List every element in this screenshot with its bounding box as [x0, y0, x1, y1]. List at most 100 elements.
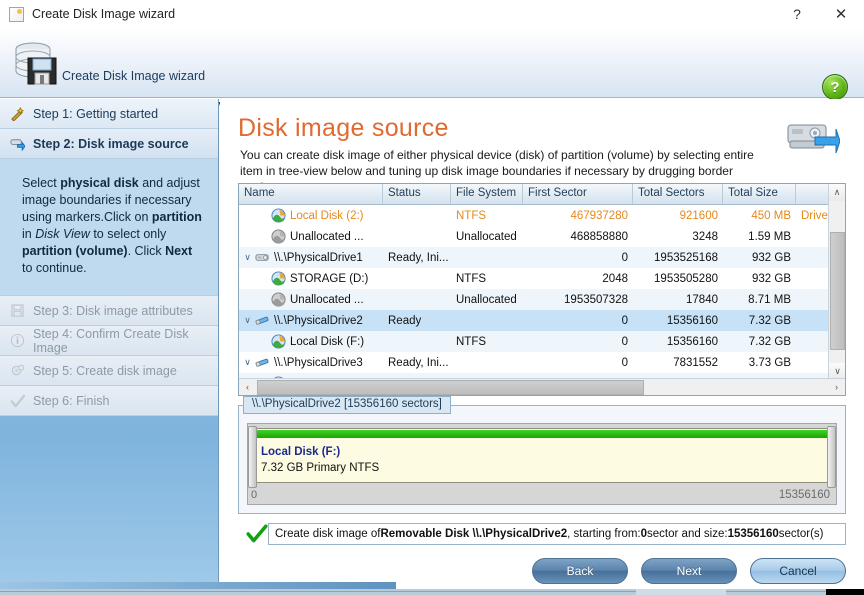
volume-icon — [271, 208, 286, 223]
usb-icon — [254, 313, 271, 328]
row-name-label: \\.\PhysicalDrive2 — [274, 315, 363, 327]
tree-column-header[interactable]: Total Size — [723, 184, 796, 204]
next-button[interactable]: Next — [641, 558, 737, 584]
end-sector-label: 15356160 — [779, 489, 830, 501]
row-total-size-cell: 3.73 GB — [723, 357, 796, 369]
row-name-cell: Unallocated ... — [239, 229, 383, 244]
row-first-sector-cell: 0 — [523, 357, 633, 369]
start-boundary-marker[interactable] — [248, 426, 257, 488]
banner: Create Disk Image wizard Run Create Disk… — [0, 28, 864, 98]
expand-collapse-icon[interactable]: ∨ — [241, 252, 254, 263]
tree-column-header[interactable]: Status — [383, 184, 451, 204]
disk-view-tab[interactable]: \\.\PhysicalDrive2 [15356160 sectors] — [243, 396, 451, 414]
table-row[interactable]: Unallocated ... Unallocated46885888032481… — [239, 226, 845, 247]
tree-column-header[interactable]: Total Sectors — [633, 184, 723, 204]
partition-label: Local Disk (F:) — [261, 446, 340, 458]
unallocated-icon — [270, 229, 287, 244]
scroll-left-icon[interactable]: ‹ — [239, 382, 256, 392]
row-name-label: STORAGE (D:) — [290, 273, 368, 285]
page-title: Disk image source — [238, 114, 449, 143]
unallocated-icon — [271, 292, 286, 307]
tree-horizontal-scrollbar[interactable]: ‹ › — [239, 378, 845, 395]
table-row[interactable]: ∨\\.\PhysicalDrive1Ready, Ini...01953525… — [239, 247, 845, 268]
help-button[interactable]: ? — [776, 0, 818, 28]
summary-fragment: Removable Disk \\.\PhysicalDrive2 — [380, 528, 567, 540]
sidebar-step-2[interactable]: Step 2: Disk image source — [0, 129, 218, 159]
sidebar-step-4: Step 4: Confirm Create Disk Image — [0, 326, 218, 356]
row-filesystem-cell: Unallocated — [451, 231, 523, 243]
row-name-label: Unallocated ... — [290, 294, 364, 306]
scroll-right-icon[interactable]: › — [828, 382, 845, 392]
gears-icon — [8, 363, 26, 379]
row-total-size-cell: 7.32 GB — [723, 315, 796, 327]
partition-usage-bar — [256, 430, 828, 438]
summary-fragment: 15356160 — [728, 528, 779, 540]
row-total-size-cell: 7.32 GB — [723, 336, 796, 348]
sidebar-step-label: Step 6: Finish — [33, 394, 109, 408]
table-row[interactable]: ∨\\.\PhysicalDrive2Ready0153561607.32 GB — [239, 310, 845, 331]
row-total-size-cell: 1.59 MB — [723, 231, 796, 243]
tree-vertical-scrollbar[interactable]: ∧ ∨ — [828, 184, 845, 380]
table-row[interactable]: Unallocated ...Unallocated19535073281784… — [239, 289, 845, 310]
row-name-label: Local Disk (F:) — [290, 336, 364, 348]
volume-icon — [270, 334, 287, 349]
row-name-cell: Local Disk (2:) — [239, 208, 383, 223]
harddisk-icon — [254, 250, 271, 265]
volume-icon — [271, 334, 286, 349]
row-name-cell: ∨ \\.\PhysicalDrive2 — [239, 313, 383, 328]
table-row[interactable]: Local Disk (2:)NTFS467937280921600450 MB… — [239, 205, 845, 226]
sidebar-step-3: Step 3: Disk image attributes — [0, 296, 218, 326]
disk-tree-view[interactable]: NameStatusFile SystemFirst SectorTotal S… — [238, 183, 846, 396]
tree-header-row: NameStatusFile SystemFirst SectorTotal S… — [239, 184, 845, 205]
row-name-cell: Local Disk (F:) — [239, 334, 383, 349]
row-first-sector-cell: 0 — [523, 336, 633, 348]
row-filesystem-cell: Unallocated — [451, 294, 523, 306]
create-disk-image-wizard-window: Create Disk Image wizard ? ✕ Create Disk… — [0, 0, 864, 595]
vertical-scroll-thumb[interactable] — [830, 232, 845, 350]
end-boundary-marker[interactable] — [827, 426, 836, 488]
sidebar-step-1[interactable]: Step 1: Getting started — [0, 99, 218, 129]
summary-fragment: sector(s) — [779, 528, 824, 540]
sidebar-step-label: Step 5: Create disk image — [33, 364, 177, 378]
row-total-sectors-cell: 7831552 — [633, 357, 723, 369]
row-total-sectors-cell: 15356160 — [633, 336, 723, 348]
row-name-label: Unallocated ... — [290, 231, 364, 243]
row-first-sector-cell: 468858880 — [523, 231, 633, 243]
table-row[interactable]: Local Disk (F:)NTFS0153561607.32 GB — [239, 331, 845, 352]
row-total-sectors-cell: 921600 — [633, 210, 723, 222]
expand-collapse-icon[interactable]: ∨ — [241, 357, 254, 368]
source-step-icon — [8, 136, 26, 152]
horizontal-scroll-thumb[interactable] — [257, 380, 644, 395]
harddisk-icon — [255, 250, 270, 265]
cancel-button[interactable]: Cancel — [750, 558, 846, 584]
banner-title: Create Disk Image wizard — [62, 69, 205, 83]
row-name-label: Local Disk (2:) — [290, 210, 364, 222]
sidebar-step-label: Step 4: Confirm Create Disk Image — [33, 327, 218, 355]
disk-view-canvas[interactable]: Local Disk (F:) 7.32 GB Primary NTFS 0 1… — [247, 423, 837, 505]
partition-block[interactable]: Local Disk (F:) 7.32 GB Primary NTFS — [254, 428, 830, 483]
row-total-sectors-cell: 1953505280 — [633, 273, 723, 285]
back-button[interactable]: Back — [532, 558, 628, 584]
help-orb-icon[interactable]: ? — [822, 74, 848, 100]
sidebar-step-label: Step 3: Disk image attributes — [33, 304, 193, 318]
close-icon[interactable]: ✕ — [818, 0, 864, 28]
partition-sublabel: 7.32 GB Primary NTFS — [261, 462, 379, 474]
row-total-size-cell: 450 MB — [723, 210, 796, 222]
row-name-label: \\.\PhysicalDrive3 — [274, 357, 363, 369]
tree-column-header[interactable]: File System — [451, 184, 523, 204]
tree-column-header[interactable]: First Sector — [523, 184, 633, 204]
row-total-sectors-cell: 15356160 — [633, 315, 723, 327]
wand-icon — [10, 106, 25, 121]
main-content: Disk image source You can create disk im… — [220, 99, 864, 582]
row-total-sectors-cell: 3248 — [633, 231, 723, 243]
tree-body[interactable]: Local Disk (2:)NTFS467937280921600450 MB… — [239, 205, 845, 380]
scroll-up-icon[interactable]: ∧ — [829, 184, 845, 201]
disk-source-icon — [784, 119, 840, 161]
sidebar-step-description: Select physical disk and adjust image bo… — [0, 159, 218, 296]
table-row[interactable]: ∨\\.\PhysicalDrive3Ready, Ini...07831552… — [239, 352, 845, 373]
desktop-divider — [0, 591, 864, 592]
table-row[interactable]: STORAGE (D:)NTFS20481953505280932 GB — [239, 268, 845, 289]
expand-collapse-icon[interactable]: ∨ — [241, 315, 254, 326]
row-total-sectors-cell: 17840 — [633, 294, 723, 306]
tree-column-header[interactable]: Name — [239, 184, 383, 204]
